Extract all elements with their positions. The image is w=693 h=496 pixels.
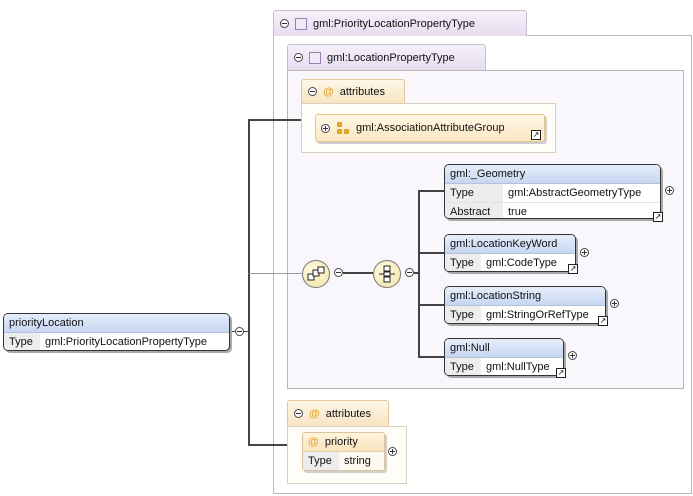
expand-icon[interactable] [610,299,619,308]
type-key: Type [303,452,339,470]
element-name: gml:LocationString [445,287,605,306]
element-geometry[interactable]: gml:_Geometry Type gml:AbstractGeometryTy… [444,164,661,219]
inner-attributes-tab[interactable]: @ attributes [301,79,405,103]
type-value: gml:PriorityLocationPropertyType [45,336,208,348]
link-icon[interactable]: ↗ [556,368,566,378]
connector [248,119,301,121]
collapse-icon[interactable] [334,268,343,277]
collapse-icon[interactable] [405,268,414,277]
attribute-at-icon: @ [309,407,320,420]
type-value: gml:CodeType [486,257,557,269]
expand-icon[interactable] [321,123,330,133]
connector [418,190,444,192]
type-key: Type [445,184,503,202]
type-key: Type [445,306,481,323]
collapse-icon[interactable] [294,53,303,62]
outer-complex-type-tab[interactable]: gml:PriorityLocationPropertyType [273,10,527,36]
element-name: gml:_Geometry [445,165,660,184]
expand-icon[interactable] [388,447,397,456]
type-value: gml:NullType [486,361,550,373]
attribute-group-ref[interactable]: gml:AssociationAttributeGroup [315,114,545,142]
connector [343,272,373,274]
abstract-value: true [508,206,527,218]
element-null[interactable]: gml:Null Type gml:NullType [444,338,564,376]
link-icon[interactable]: ↗ [531,130,541,140]
attribute-at-icon: @ [323,85,334,98]
inner-attributes-label: attributes [339,85,385,98]
connector [248,119,250,446]
connector [418,304,444,306]
element-name: gml:Null [445,339,563,358]
element-location-string[interactable]: gml:LocationString Type gml:StringOrRefTy… [444,286,606,324]
outer-attributes-tab[interactable]: @ attributes [287,400,389,426]
type-key: Type [4,333,40,350]
expand-icon[interactable] [580,248,589,257]
attribute-priority[interactable]: @ priority Type string [302,432,385,471]
complex-type-icon [295,17,307,30]
link-icon[interactable]: ↗ [598,316,608,326]
element-location-keyword[interactable]: gml:LocationKeyWord Type gml:CodeType [444,234,576,272]
choice-compositor[interactable] [373,260,401,288]
type-key: Type [445,254,481,271]
type-key: Type [445,358,481,375]
abstract-key: Abstract [445,203,503,218]
complex-type-icon [309,51,321,64]
inner-complex-type-label: gml:LocationPropertyType [327,51,455,64]
attribute-group-label: gml:AssociationAttributeGroup [356,122,505,134]
collapse-icon[interactable] [280,19,289,28]
link-icon[interactable]: ↗ [653,212,663,222]
root-element[interactable]: priorityLocation Type gml:PriorityLocatio… [3,313,230,351]
connector [418,190,420,358]
link-icon[interactable]: ↗ [568,264,578,274]
type-value: gml:StringOrRefType [486,309,589,321]
choice-icon [379,265,395,283]
connector [249,273,302,274]
collapse-icon[interactable] [294,409,303,418]
attribute-at-icon: @ [308,436,319,448]
expand-icon[interactable] [568,351,577,360]
inner-complex-type-tab[interactable]: gml:LocationPropertyType [287,44,486,70]
element-name: priorityLocation [4,314,229,333]
collapse-icon[interactable] [235,327,244,336]
outer-complex-type-label: gml:PriorityLocationPropertyType [313,17,476,30]
attribute-name: priority [324,436,358,448]
type-value: string [344,455,371,467]
sequence-compositor[interactable] [302,260,330,288]
outer-attributes-label: attributes [325,407,371,420]
collapse-icon[interactable] [308,87,317,96]
element-name: gml:LocationKeyWord [445,235,575,254]
type-value: gml:AbstractGeometryType [508,187,642,199]
sequence-icon [307,266,325,281]
attribute-group-icon [336,121,350,135]
connector [418,356,444,358]
expand-icon[interactable] [665,186,674,195]
connector [418,252,444,254]
